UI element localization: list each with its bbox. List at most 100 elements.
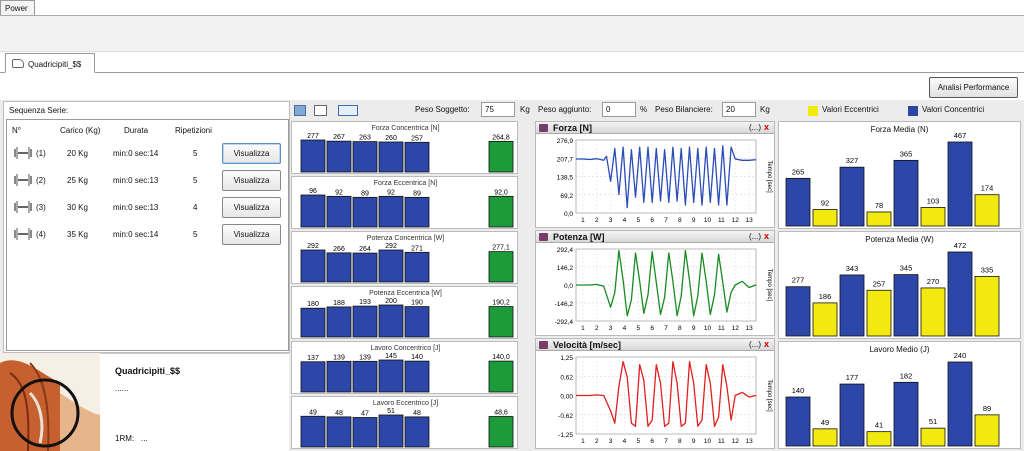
concentric-bar: [839, 274, 865, 337]
bar: [300, 194, 326, 228]
bar: [404, 251, 430, 283]
bar-value-label: 292: [385, 243, 397, 250]
concentric-value-label: 182: [900, 371, 913, 380]
tab-divider: [0, 72, 1024, 73]
bar: [326, 252, 352, 283]
analisi-performance-button[interactable]: Analisi Performance: [929, 77, 1018, 98]
close-icon[interactable]: x: [764, 122, 769, 132]
row-carico: 30 Kg: [67, 203, 88, 212]
y-tick-label: -292,4: [555, 319, 574, 326]
average-bar: [488, 141, 514, 173]
series-grid: N° Carico (Kg) Durata Ripetizioni (1) 20…: [6, 119, 289, 351]
y-tick-label: 1,25: [560, 355, 573, 362]
x-tick-label: 11: [718, 217, 725, 224]
refresh-icon[interactable]: [294, 105, 306, 116]
mini-bar-chart: Lavoro Concentrico [J] 137 139 139 145 140 140…: [291, 341, 518, 394]
concentric-bar: [893, 381, 919, 447]
bar: [352, 252, 378, 283]
concentric-bar: [947, 141, 973, 227]
bar-value-label: 51: [387, 408, 395, 415]
eccentric-bar: [812, 428, 838, 447]
visualizza-button[interactable]: Visualizza: [222, 197, 281, 218]
y-tick-label: 276,9: [557, 138, 574, 145]
x-tick-label: 9: [692, 438, 696, 445]
rm-value: ...: [141, 434, 148, 443]
zoom-all-icon[interactable]: [338, 105, 358, 116]
y-tick-label: 0,62: [560, 374, 573, 381]
average-bar: [488, 306, 514, 338]
x-tick-label: 10: [704, 438, 712, 445]
row-durata: min:0 sec:14: [113, 149, 159, 158]
concentric-value-label: 140: [792, 386, 805, 395]
bar: [326, 306, 352, 338]
graph-options-button[interactable]: (...): [749, 340, 761, 349]
eccentric-value-label: 257: [873, 279, 886, 288]
visualizza-button[interactable]: Visualizza: [222, 170, 281, 191]
bar-value-label: 137: [307, 355, 319, 362]
peso-aggiunto-unit: %: [640, 105, 648, 114]
graph-icon: [539, 124, 548, 132]
eccentric-bar: [974, 414, 1000, 447]
peso-aggiunto-input[interactable]: 0: [602, 102, 636, 117]
peso-soggetto-unit: Kg: [520, 105, 530, 114]
bar: [352, 360, 378, 393]
average-bar-chart: Lavoro Medio (J) 140 49 177 41 182 51 240 89: [778, 341, 1021, 449]
exercise-dots: ......: [115, 384, 129, 393]
eccentric-value-label: 174: [981, 184, 994, 193]
col-header-durata: Durata: [124, 126, 149, 135]
zoom-chart-icon[interactable]: [314, 105, 327, 116]
x-tick-label: 12: [732, 217, 740, 224]
y-axis-label: Tempo [sec]: [766, 269, 772, 302]
graph-options-button[interactable]: (...): [749, 123, 761, 132]
bar-value-label: 48: [335, 410, 343, 417]
eccentric-value-label: 89: [983, 404, 991, 413]
bar-value-label: 145: [385, 353, 397, 360]
y-tick-label: -0,62: [558, 413, 573, 420]
graph-icon: [539, 341, 548, 349]
peso-soggetto-input[interactable]: 75: [481, 102, 515, 117]
x-tick-label: 5: [636, 217, 640, 224]
average-bar-chart: Forza Media (N) 265 92 327 78 365 103 467 174: [778, 121, 1021, 229]
eccentric-bar: [920, 207, 946, 227]
mini-bar-chart: Potenza Concentrica [W] 292 266 264 292 271 27…: [291, 231, 518, 284]
eccentric-value-label: 270: [927, 277, 940, 286]
graph-options-button[interactable]: (...): [749, 232, 761, 241]
table-row: (4) 35 Kg min:0 sec:14 5 Visualizza: [7, 221, 288, 249]
concentric-bar: [839, 166, 865, 227]
concentric-bar: [893, 159, 919, 227]
tab-quadricipiti[interactable]: Quadricipiti_$$: [5, 53, 95, 73]
eccentric-value-label: 186: [819, 292, 832, 301]
bar: [404, 360, 430, 393]
x-tick-label: 3: [609, 438, 613, 445]
average-bar: [488, 360, 514, 393]
time-series-panel: Potenza [W] (...) x 292,4 146,2 0,0 -146,2 -292…: [535, 230, 775, 336]
x-tick-label: 13: [745, 438, 753, 445]
x-tick-label: 11: [718, 325, 725, 332]
x-tick-label: 7: [664, 438, 668, 445]
bar: [378, 195, 404, 228]
table-row: (2) 25 Kg min:0 sec:13 5 Visualizza: [7, 167, 288, 195]
eccentric-value-label: 78: [875, 201, 883, 210]
tab-power[interactable]: Power: [0, 0, 35, 16]
x-tick-label: 4: [623, 325, 627, 332]
bar-value-label: 139: [333, 354, 345, 361]
concentric-bar: [785, 286, 811, 337]
concentric-value-label: 240: [954, 351, 967, 360]
row-ripetizioni: 5: [193, 176, 198, 185]
close-icon[interactable]: x: [764, 339, 769, 349]
close-icon[interactable]: x: [764, 231, 769, 241]
bar-value-label: 96: [309, 188, 317, 195]
graph-title: Forza [N]: [553, 123, 592, 133]
table-row: (3) 30 Kg min:0 sec:13 4 Visualizza: [7, 194, 288, 222]
bar-value-label: 292: [307, 243, 319, 250]
peso-bilanciere-input[interactable]: 20: [722, 102, 756, 117]
bar-value-label: 190: [411, 300, 423, 307]
row-number: (4): [36, 230, 46, 239]
x-tick-label: 2: [595, 438, 599, 445]
mini-bar-chart: Potenza Eccentrica [W] 180 188 193 200 190 190…: [291, 286, 518, 339]
col-header-ripetizioni: Ripetizioni: [175, 126, 212, 135]
visualizza-button[interactable]: Visualizza: [222, 224, 281, 245]
visualizza-button[interactable]: Visualizza: [222, 143, 281, 164]
col-header-n: N°: [12, 126, 21, 135]
row-ripetizioni: 5: [193, 149, 198, 158]
